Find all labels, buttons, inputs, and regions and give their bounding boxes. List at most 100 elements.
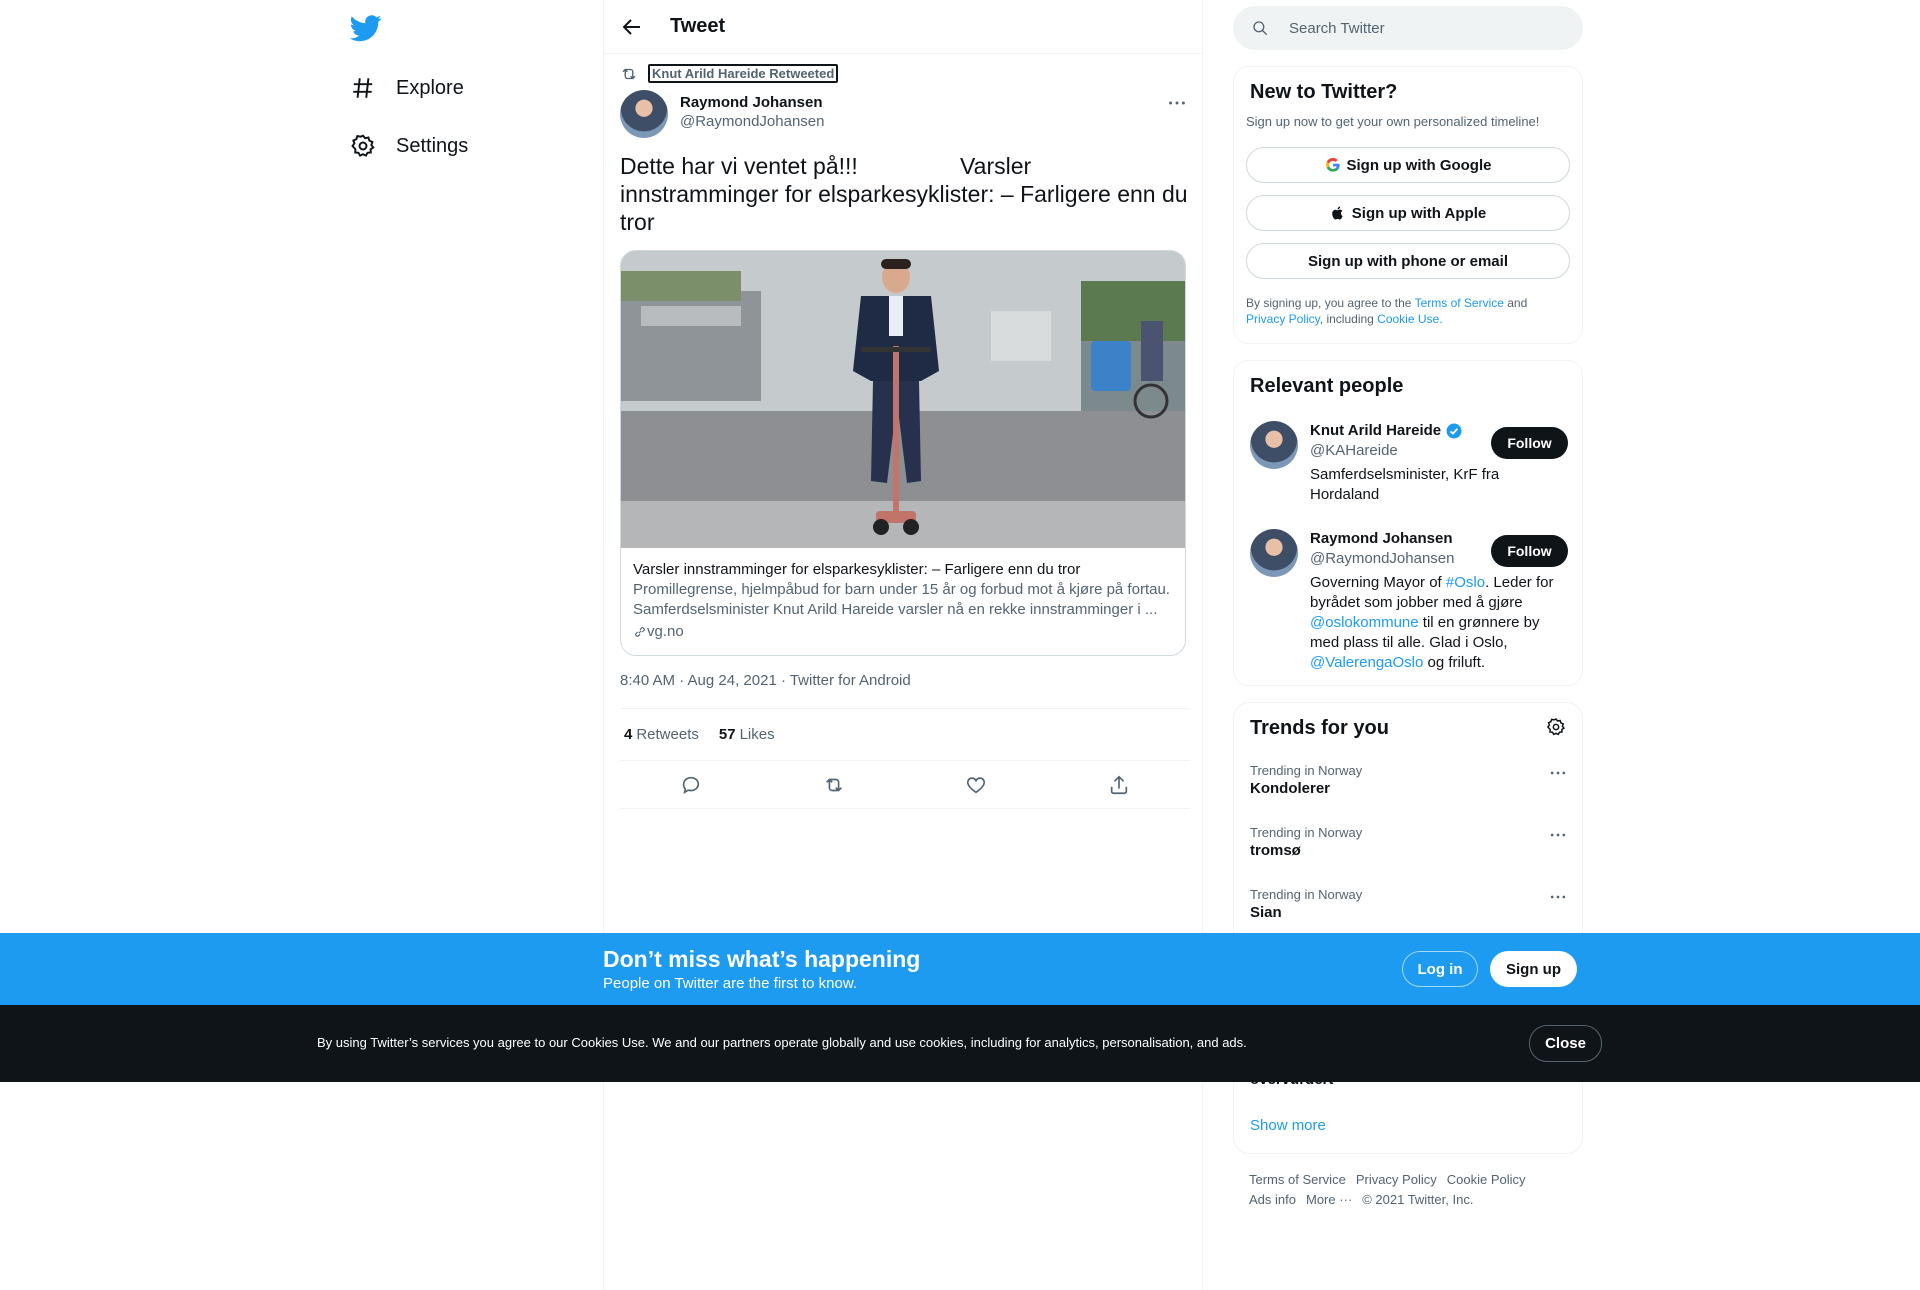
legal-prefix: By signing up, you agree to the [1246, 296, 1415, 310]
cookie-close-button[interactable]: Close [1529, 1025, 1602, 1062]
share-icon[interactable] [1108, 774, 1130, 796]
signup-legal: By signing up, you agree to the Terms of… [1246, 295, 1572, 327]
like-icon[interactable] [965, 774, 987, 796]
reply-icon[interactable] [680, 774, 702, 796]
login-banner: Don’t miss what’s happening People on Tw… [0, 933, 1920, 1005]
verified-badge-icon [1446, 423, 1462, 439]
card-domain-text: vg.no [647, 623, 684, 640]
terms-link[interactable]: Terms of Service [1415, 296, 1504, 310]
footer-copyright: © 2021 Twitter, Inc. [1362, 1192, 1474, 1207]
footer-cookie-link[interactable]: Cookie Policy [1447, 1172, 1526, 1187]
retweets-count: 4 [624, 726, 633, 743]
nav-settings[interactable]: Settings [350, 121, 468, 171]
trend-name: Sian [1250, 904, 1282, 921]
banner-subtitle: People on Twitter are the first to know. [603, 975, 858, 992]
footer-privacy-link[interactable]: Privacy Policy [1356, 1172, 1437, 1187]
signup-button[interactable]: Sign up [1490, 951, 1577, 987]
author-avatar[interactable] [620, 90, 668, 138]
signup-apple-button[interactable]: Sign up with Apple [1246, 195, 1570, 231]
likes-count: 57 [718, 726, 736, 743]
signup-phone-label: Sign up with phone or email [1307, 252, 1508, 270]
trend-context: Trending in Norway [1250, 825, 1363, 840]
search-placeholder: Search Twitter [1289, 19, 1385, 37]
person-card[interactable]: Knut Arild Hareide @KAHareide Samferdsel… [1250, 421, 1568, 521]
back-arrow-icon[interactable] [620, 15, 644, 39]
author-handle[interactable]: @RaymondJohansen [680, 113, 824, 130]
page-title: Tweet [670, 15, 726, 37]
tweet-meta[interactable]: 8:40 AM · Aug 24, 2021 · Twitter for And… [620, 672, 911, 689]
person-name-text: Knut Arild Hareide [1310, 422, 1442, 439]
trends-title: Trends for you [1250, 717, 1389, 739]
trend-more-icon[interactable] [1548, 763, 1568, 783]
signup-subtitle: Sign up now to get your own personalized… [1246, 114, 1540, 129]
signup-phone-button[interactable]: Sign up with phone or email [1246, 243, 1570, 279]
signup-apple-label: Sign up with Apple [1351, 204, 1487, 222]
signup-google-button[interactable]: Sign up with Google [1246, 147, 1570, 183]
follow-button[interactable]: Follow [1491, 535, 1568, 567]
trend-more-icon[interactable] [1548, 825, 1568, 845]
cookie-text: By using Twitter’s services you agree to… [317, 1035, 1247, 1050]
person-avatar[interactable] [1250, 421, 1298, 469]
footer-terms-link[interactable]: Terms of Service [1249, 1172, 1346, 1187]
footer-more-link[interactable]: More ··· [1306, 1192, 1352, 1207]
bio-link-oslo[interactable]: #Oslo [1446, 574, 1485, 591]
trend-name: tromsø [1250, 842, 1301, 859]
scooter-rider-illustration [621, 251, 1185, 548]
tweet-actions [620, 761, 1190, 809]
card-image [621, 251, 1185, 548]
person-bio: Governing Mayor of #Oslo. Leder for byrå… [1310, 573, 1568, 673]
privacy-link[interactable]: Privacy Policy [1246, 312, 1320, 326]
bio-link-oslokommune[interactable]: @oslokommune [1310, 614, 1419, 631]
twitter-logo-icon[interactable] [350, 12, 382, 44]
relevant-people-box: Relevant people Knut Arild Hareide @KAHa… [1233, 360, 1583, 686]
trend-context: Trending in Norway [1250, 887, 1363, 902]
bio-link-valerenga[interactable]: @ValerengaOslo [1310, 654, 1423, 671]
trends-settings-icon[interactable] [1546, 717, 1566, 737]
signup-box: New to Twitter? Sign up now to get your … [1233, 66, 1583, 344]
search-input[interactable]: Search Twitter [1233, 6, 1583, 50]
footer-ads-link[interactable]: Ads info [1249, 1192, 1296, 1207]
link-icon [635, 627, 645, 637]
retweet-context: Knut Arild Hareide Retweeted [620, 64, 839, 83]
trend-more-icon[interactable] [1548, 887, 1568, 907]
login-button[interactable]: Log in [1402, 951, 1478, 987]
follow-button[interactable]: Follow [1491, 427, 1568, 459]
signup-google-label: Sign up with Google [1346, 156, 1492, 174]
hashtag-icon [353, 78, 373, 98]
tweet-text: Dette har vi ventet på!!! Varsler innstr… [620, 153, 1194, 235]
cookie-use-link[interactable]: Cookie Use. [1377, 312, 1442, 326]
nav-explore-label: Explore [396, 76, 464, 99]
link-card[interactable]: Varsler innstramminger for elsparkesykli… [620, 250, 1186, 656]
bio-text-1: Governing Mayor of [1310, 574, 1446, 591]
retweets-stat[interactable]: 4 Retweets [624, 726, 699, 743]
search-icon [1253, 21, 1268, 36]
relevant-title: Relevant people [1250, 375, 1404, 397]
trend-item[interactable]: Trending in Norway Kondolerer [1250, 763, 1568, 797]
person-avatar[interactable] [1250, 529, 1298, 577]
card-description: Promillegrense, hjelmpåbud for barn unde… [633, 581, 1170, 618]
trends-box: Trends for you Trending in Norway Kondol… [1233, 702, 1583, 1154]
cookie-bar: By using Twitter’s services you agree to… [0, 1005, 1920, 1082]
tweet-header: Tweet [604, 0, 1202, 54]
author-name[interactable]: Raymond Johansen [680, 94, 824, 111]
retweeted-by-link[interactable]: Knut Arild Hareide Retweeted [648, 64, 839, 83]
banner-title: Don’t miss what’s happening [603, 946, 921, 972]
tweet-stats: 4 Retweets 57 Likes [620, 708, 1190, 761]
likes-stat[interactable]: 57 Likes [719, 726, 775, 743]
trend-item[interactable]: Trending in Norway tromsø [1250, 825, 1568, 859]
trend-context: Trending in Norway [1250, 763, 1363, 778]
nav-explore[interactable]: Explore [350, 63, 464, 113]
retweets-label: Retweets [636, 726, 699, 743]
card-title: Varsler innstramminger for elsparkesykli… [633, 561, 1081, 578]
person-bio: Samferdselsminister, KrF fra Hordaland [1310, 466, 1500, 503]
signup-title: New to Twitter? [1250, 81, 1398, 103]
likes-label: Likes [739, 726, 775, 743]
more-options-icon[interactable] [1166, 92, 1188, 114]
tweet-author: Raymond Johansen @RaymondJohansen [620, 90, 824, 138]
trend-name: Kondolerer [1250, 780, 1331, 797]
trend-item[interactable]: Trending in Norway Sian [1250, 887, 1568, 921]
person-card[interactable]: Raymond Johansen @RaymondJohansen Govern… [1250, 529, 1568, 679]
retweet-action-icon[interactable] [823, 774, 845, 796]
nav-settings-label: Settings [396, 134, 469, 157]
show-more-link[interactable]: Show more [1250, 1117, 1326, 1134]
